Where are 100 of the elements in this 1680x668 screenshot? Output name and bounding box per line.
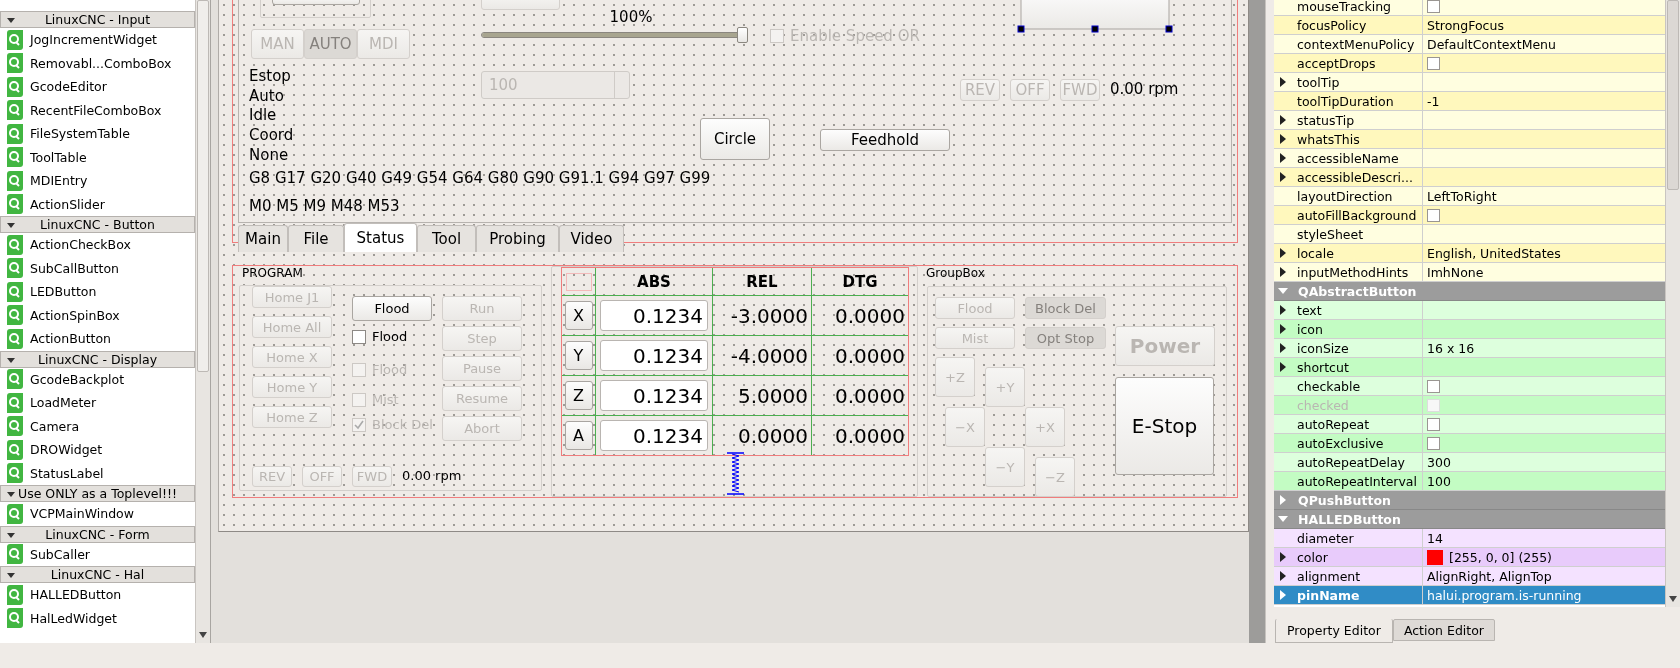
property-row[interactable]: autoRepeat (1274, 415, 1665, 434)
widget-item[interactable]: HALLEDButton (0, 583, 196, 607)
property-name: autoRepeat (1297, 416, 1370, 432)
slider-handle[interactable] (737, 27, 748, 43)
value-field[interactable]: 0.1234 (600, 340, 708, 371)
tab[interactable]: Property Editor (1275, 619, 1393, 643)
category-header[interactable]: LinuxCNC - Button (0, 216, 196, 233)
tab[interactable]: Probing (476, 225, 559, 252)
checkbox[interactable] (1427, 0, 1440, 13)
estop-button[interactable]: E-Stop (1115, 377, 1214, 475)
circle-button[interactable]: Circle (700, 118, 770, 160)
property-row[interactable]: autoRepeatInterval 100 (1274, 472, 1665, 491)
property-row[interactable]: mouseTracking (1274, 0, 1665, 16)
property-row[interactable]: accessibleDescri... (1274, 168, 1665, 187)
widget-item[interactable]: ToolTable (0, 145, 196, 169)
property-row[interactable]: toolTipDuration -1 (1274, 92, 1665, 111)
property-row[interactable]: alignment AlignRight, AlignTop (1274, 567, 1665, 586)
tab[interactable]: Action Editor (1392, 619, 1495, 641)
tab[interactable]: Video (559, 225, 624, 252)
flood-button[interactable]: Flood (352, 296, 432, 321)
widget-item[interactable]: JogIncrementWidget (0, 28, 196, 52)
scrollbar-track[interactable] (1665, 0, 1680, 607)
widget-item[interactable]: StatusLabel (0, 461, 196, 485)
property-row[interactable]: icon (1274, 320, 1665, 339)
checkbox[interactable] (1427, 56, 1440, 70)
category-header[interactable]: Use ONLY as a Toplevel!!! (0, 485, 196, 502)
property-row[interactable]: autoRepeatDelay 300 (1274, 453, 1665, 472)
property-row[interactable]: whatsThis (1274, 130, 1665, 149)
property-row[interactable]: layoutDirection LeftToRight (1274, 187, 1665, 206)
property-row[interactable]: accessibleName (1274, 149, 1665, 168)
axis-button[interactable]: A (564, 421, 593, 450)
tab[interactable]: Tool (417, 225, 476, 252)
value-field[interactable]: 0.1234 (600, 380, 708, 411)
category-header[interactable]: LinuxCNC - Display (0, 350, 196, 368)
checkbox-label: Flood (372, 329, 408, 344)
scroll-down-icon[interactable] (1668, 595, 1678, 603)
property-row[interactable]: toolTip (1274, 73, 1665, 92)
property-row[interactable]: pinName halui.program.is-running (1274, 586, 1665, 605)
value-field[interactable]: 0.1234 (600, 420, 708, 451)
widget-item[interactable]: GcodeEditor (0, 75, 196, 99)
widget-item[interactable]: RecentFileComboBox (0, 98, 196, 122)
widget-item[interactable]: GcodeBackplot (0, 367, 196, 391)
property-row[interactable]: iconSize 16 x 16 (1274, 339, 1665, 358)
property-row[interactable]: acceptDrops (1274, 54, 1665, 73)
property-name: color (1297, 549, 1328, 565)
axis-button[interactable]: X (564, 301, 593, 330)
property-value: AlignRight, AlignTop (1427, 568, 1552, 584)
value-field[interactable]: 0.1234 (600, 300, 708, 331)
widget-item[interactable]: Camera (0, 414, 196, 438)
scrollbar-thumb[interactable] (1667, 0, 1679, 190)
slider[interactable] (481, 27, 748, 43)
tab[interactable]: Status (344, 223, 417, 252)
property-row[interactable]: shortcut (1274, 358, 1665, 377)
widget-item[interactable]: ActionCheckBox (0, 233, 196, 257)
widget-item[interactable]: Removabl...ComboBox (0, 51, 196, 75)
widget-item[interactable]: ActionButton (0, 327, 196, 351)
widget-item[interactable]: ActionSpinBox (0, 303, 196, 327)
property-row[interactable]: diameter 14 (1274, 529, 1665, 548)
checkbox[interactable] (1427, 436, 1440, 450)
checkbox[interactable] (1427, 417, 1440, 431)
property-row[interactable]: locale English, UnitedStates (1274, 244, 1665, 263)
category-header[interactable]: LinuxCNC - Input (0, 11, 196, 28)
expand-arrow-icon[interactable] (1279, 77, 1287, 87)
axis-button[interactable]: Y (564, 341, 593, 370)
widget-item[interactable]: VCPMainWindow (0, 502, 196, 526)
property-name: checkable (1297, 378, 1361, 394)
widget-item[interactable]: SubCaller (0, 542, 196, 566)
checkbox[interactable] (1427, 379, 1440, 393)
property-value: StrongFocus (1427, 17, 1504, 33)
property-row[interactable]: styleSheet (1274, 225, 1665, 244)
property-name: autoExclusive (1297, 435, 1384, 451)
property-row[interactable]: contextMenuPolicy DefaultContextMenu (1274, 35, 1665, 54)
property-row[interactable]: statusTip (1274, 111, 1665, 130)
widget-item[interactable]: DROWidget (0, 438, 196, 462)
axis-button[interactable]: Z (564, 381, 593, 410)
property-row[interactable]: focusPolicy StrongFocus (1274, 16, 1665, 35)
scrollbar-track[interactable] (195, 0, 210, 643)
property-row[interactable]: inputMethodHints ImhNone (1274, 263, 1665, 282)
widget-item[interactable]: ActionSlider (0, 192, 196, 216)
category-header[interactable]: LinuxCNC - Hal (0, 566, 196, 583)
property-row[interactable]: text (1274, 301, 1665, 320)
widget-item[interactable]: SubCallButton (0, 256, 196, 280)
scrollbar-thumb[interactable] (197, 0, 209, 372)
tab[interactable]: Main (238, 225, 288, 252)
checkbox[interactable] (1427, 208, 1440, 222)
checkbox[interactable] (352, 329, 366, 344)
widget-item[interactable]: MDIEntry (0, 169, 196, 193)
tab[interactable]: File (288, 225, 344, 252)
category-header[interactable]: LinuxCNC - Form (0, 525, 196, 543)
property-row[interactable]: color [255, 0, 0] (255) (1274, 548, 1665, 567)
widget-item[interactable]: HalLedWidget (0, 606, 196, 630)
property-row[interactable]: autoFillBackground (1274, 206, 1665, 225)
widget-item[interactable]: LoadMeter (0, 391, 196, 415)
property-row[interactable]: autoExclusive (1274, 434, 1665, 453)
scroll-down-icon[interactable] (198, 631, 209, 639)
widget-item[interactable]: FileSystemTable (0, 122, 196, 146)
property-row[interactable]: checkable (1274, 377, 1665, 396)
column-header: DTG (811, 268, 908, 295)
widget-item[interactable]: LEDButton (0, 280, 196, 304)
feedhold-button[interactable]: Feedhold (820, 129, 950, 151)
